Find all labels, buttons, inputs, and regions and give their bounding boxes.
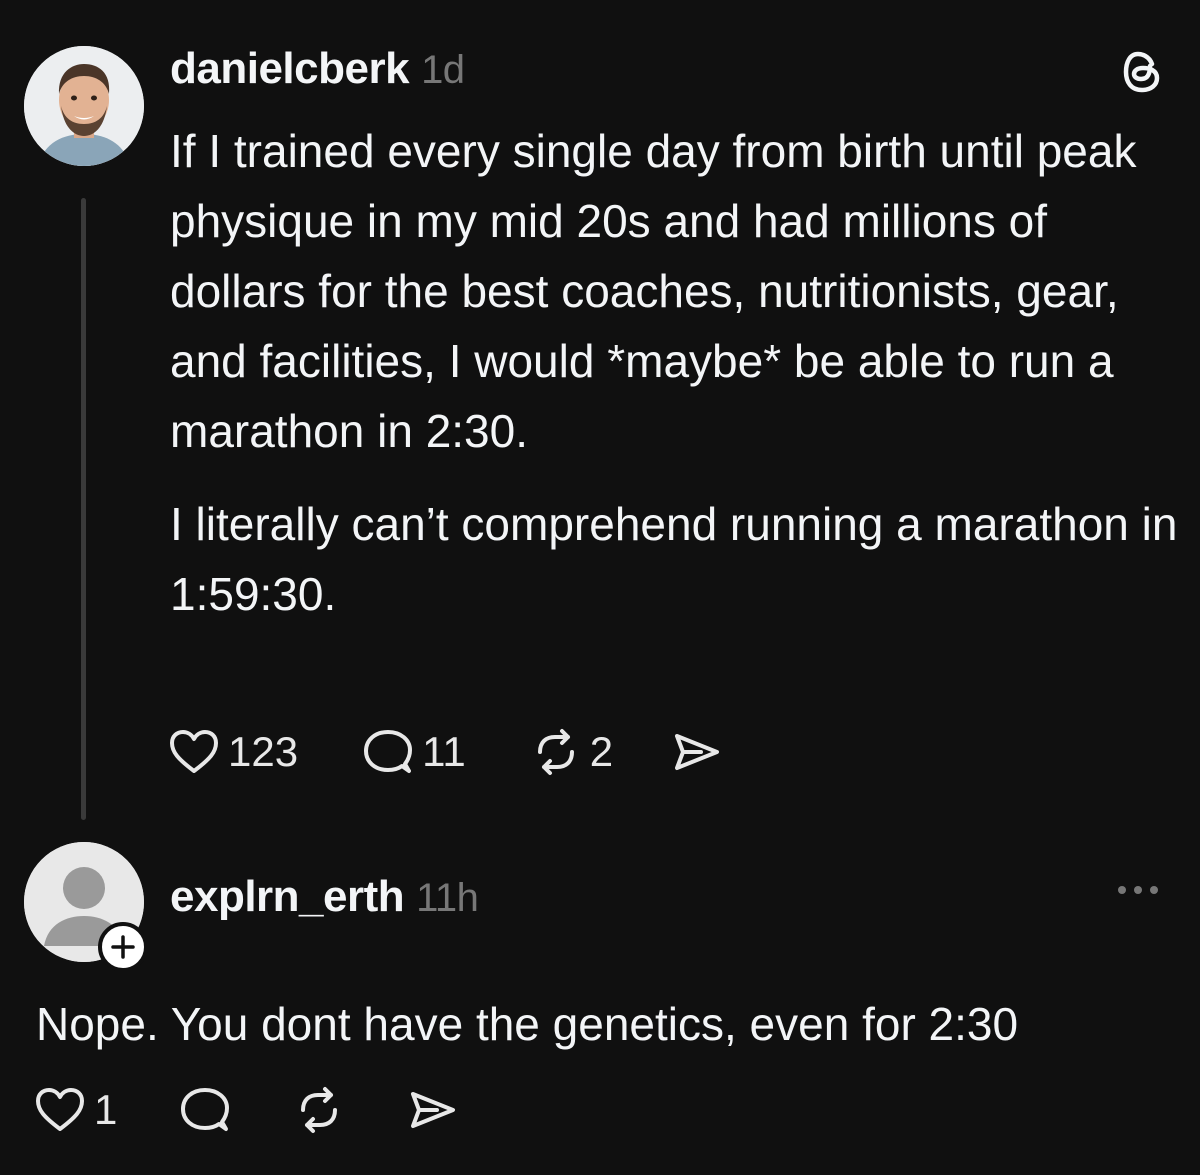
reply-actions: 1	[34, 1086, 459, 1134]
post-header: danielcberk 1d	[170, 44, 465, 94]
reply-header: explrn_erth 11h	[170, 872, 479, 922]
share-icon	[675, 734, 720, 770]
comment-icon	[364, 730, 413, 773]
comment-icon	[181, 1088, 230, 1131]
reply-username[interactable]: explrn_erth	[170, 872, 405, 921]
post-username[interactable]: danielcberk	[170, 44, 410, 93]
reply-body: Nope. You dont have the genetics, even f…	[36, 998, 1019, 1050]
like-count: 123	[228, 728, 299, 775]
reply-count: 11	[422, 728, 466, 775]
repost-button[interactable]: 2	[530, 728, 613, 776]
threads-logo-icon	[1123, 51, 1160, 93]
reply-share-button[interactable]	[407, 1086, 459, 1134]
post-paragraph: If I trained every single day from birth…	[170, 125, 1137, 457]
plus-icon	[111, 935, 135, 959]
post-body: If I trained every single day from birth…	[170, 116, 1180, 652]
like-button[interactable]: 123	[168, 728, 298, 776]
post-actions: 123 11 2	[168, 728, 723, 776]
post-paragraph: I literally can’t comprehend running a m…	[170, 498, 1178, 620]
repost-icon	[537, 729, 574, 775]
post-timestamp: 1d	[421, 48, 465, 92]
thread-connector-line	[81, 198, 86, 820]
profile-photo	[24, 46, 144, 166]
more-dots-icon[interactable]	[1114, 880, 1162, 900]
reply-repost-button[interactable]	[293, 1086, 345, 1134]
share-button[interactable]	[671, 728, 723, 776]
reply-button[interactable]: 11	[362, 728, 466, 776]
reply-like-button[interactable]: 1	[34, 1086, 117, 1134]
reply-like-count: 1	[94, 1086, 118, 1133]
heart-icon	[36, 1088, 84, 1131]
reply-timestamp: 11h	[416, 876, 479, 920]
repost-count: 2	[589, 728, 614, 775]
reply-comment-button[interactable]	[179, 1086, 231, 1134]
repost-icon	[301, 1087, 338, 1133]
share-icon	[411, 1092, 456, 1128]
follow-button[interactable]	[98, 922, 148, 972]
heart-icon	[170, 730, 218, 773]
post-author-avatar[interactable]	[24, 46, 144, 166]
